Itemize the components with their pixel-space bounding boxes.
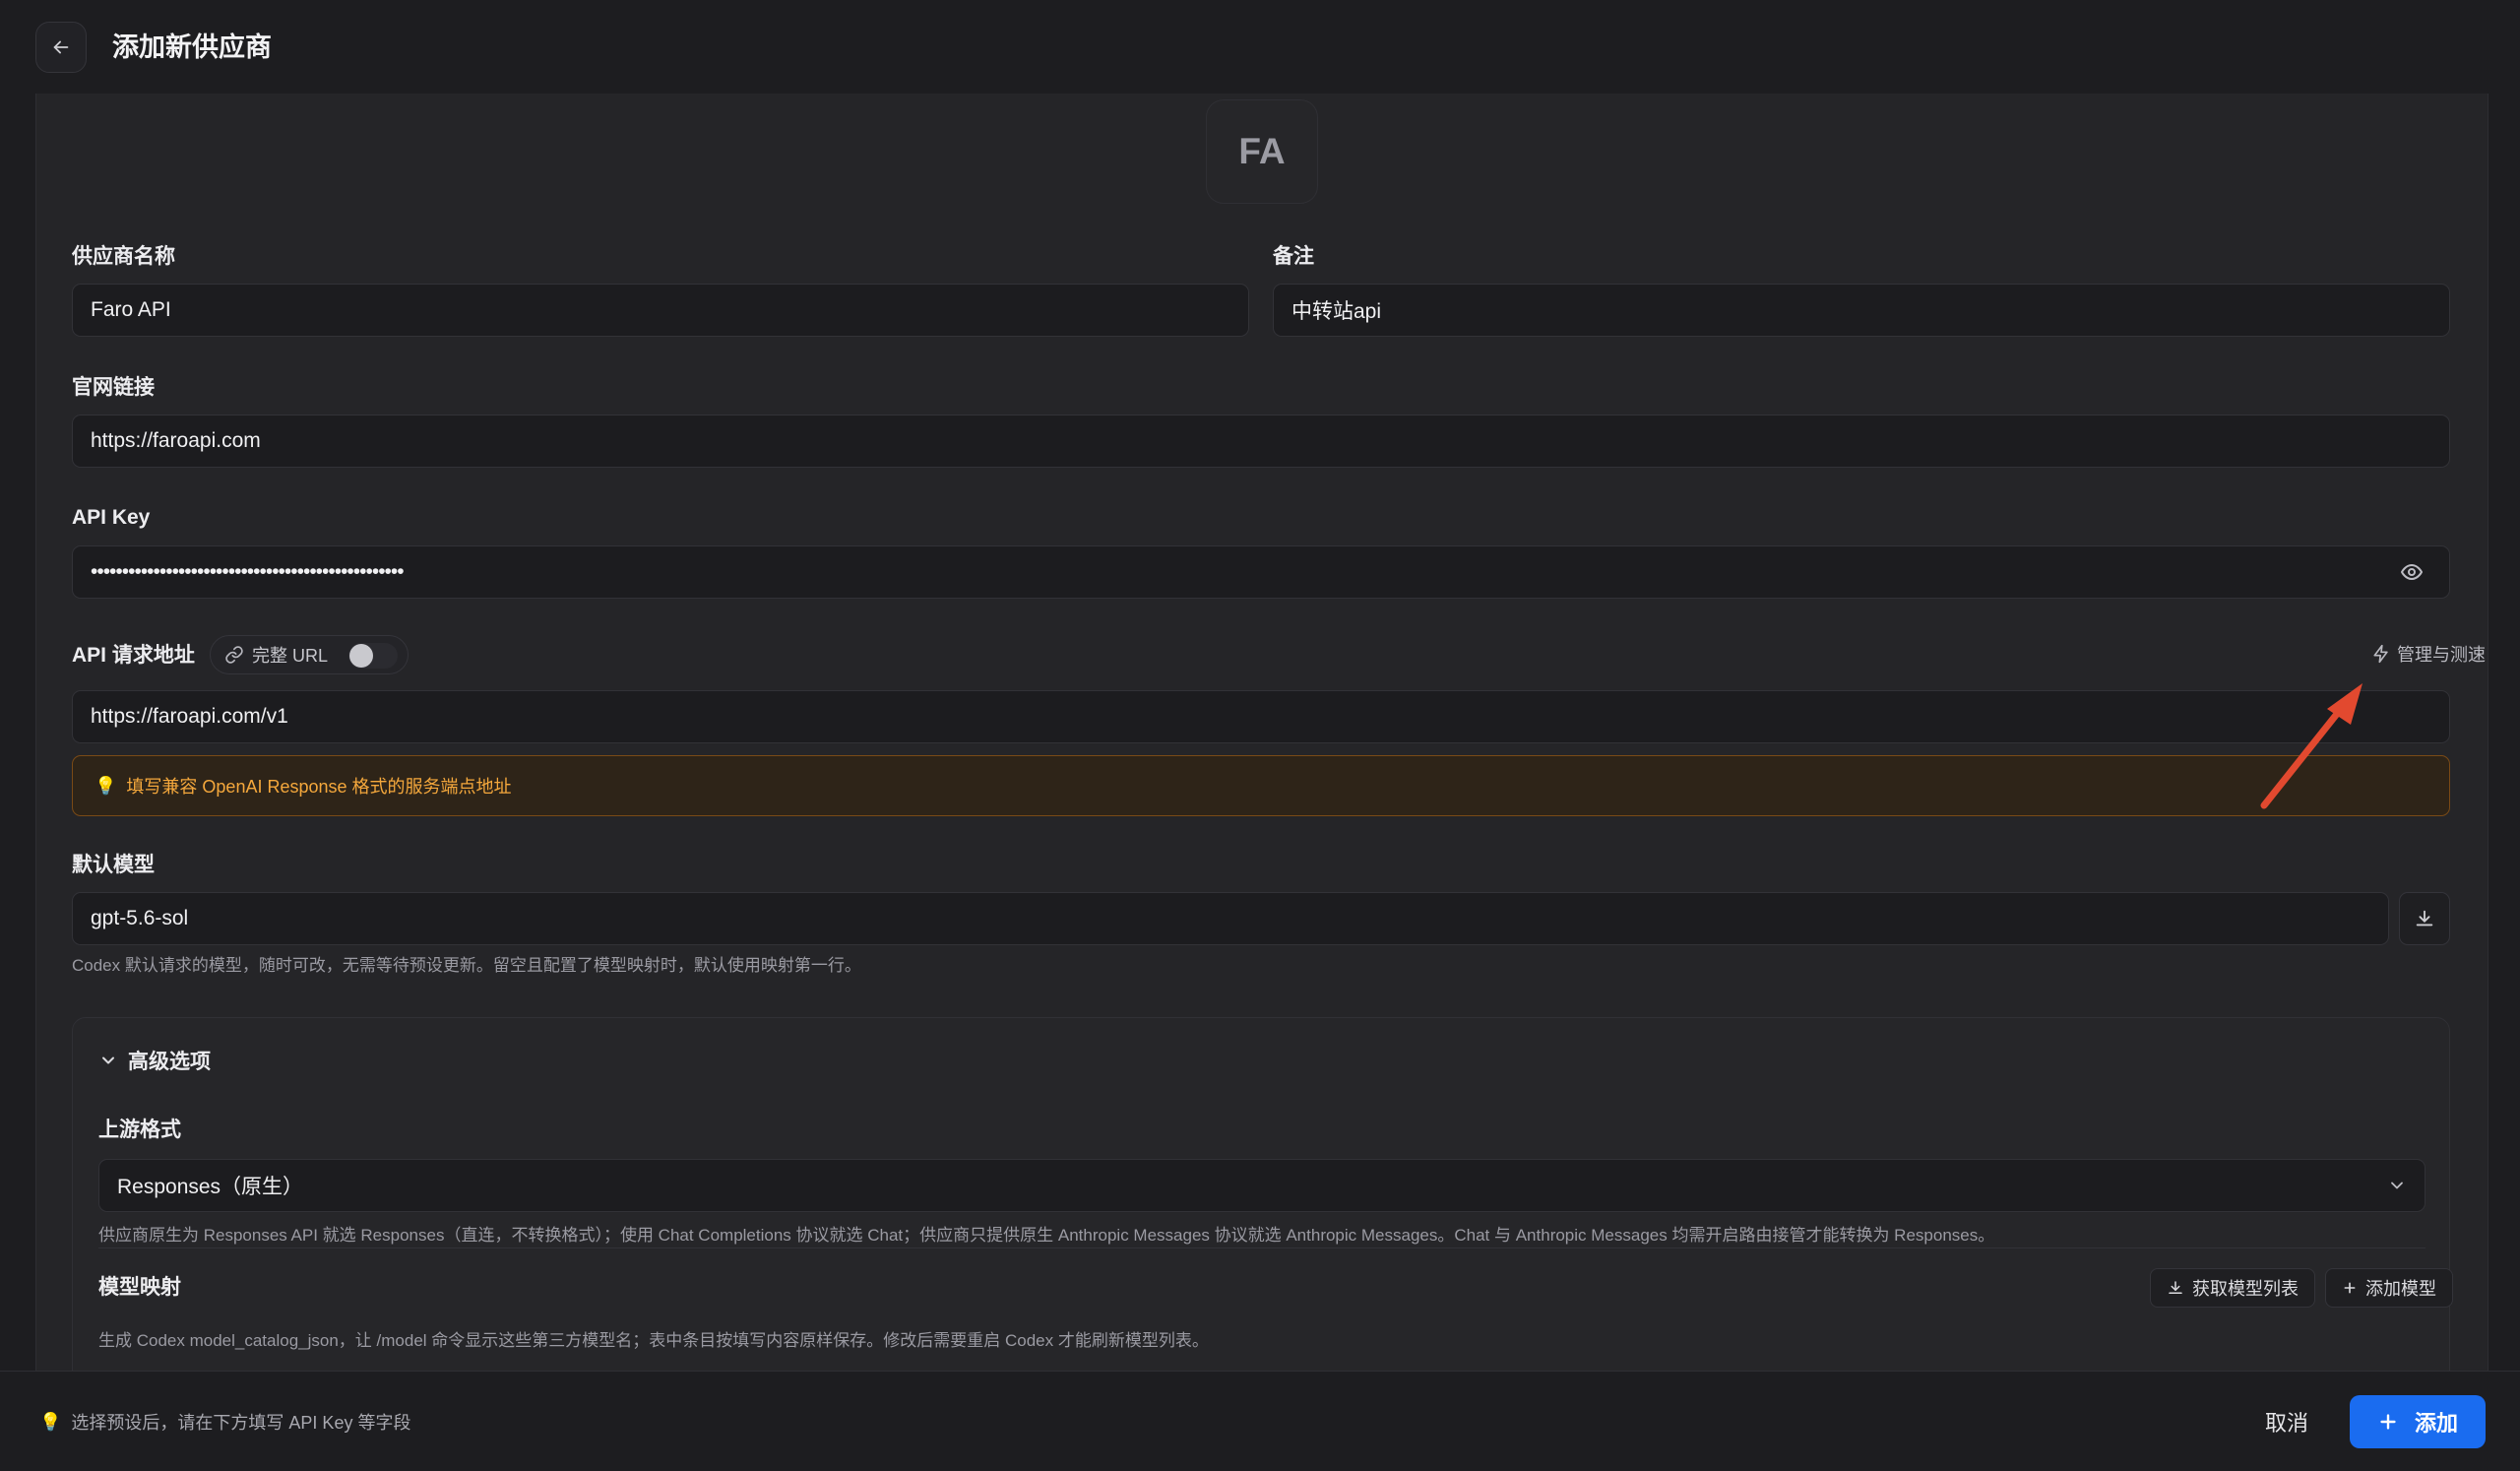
advanced-options-toggle[interactable]: 高级选项 — [98, 1046, 211, 1075]
provider-name-label: 供应商名称 — [72, 245, 175, 268]
upstream-format-hint: 供应商原生为 Responses API 就选 Responses（直连，不转换… — [98, 1226, 1995, 1245]
page-title: 添加新供应商 — [112, 32, 272, 62]
chevron-down-icon — [2391, 1182, 2403, 1189]
manage-label: 管理与测速 — [2397, 645, 2486, 665]
eye-icon[interactable] — [2399, 560, 2425, 584]
plus-icon — [2344, 1282, 2356, 1294]
arrow-left-icon — [53, 40, 69, 54]
fetch-model-list-button[interactable]: 获取模型列表 — [2150, 1268, 2315, 1308]
lightbulb-icon: 💡 — [94, 775, 117, 796]
fetch-model-list-label: 获取模型列表 — [2192, 1279, 2299, 1299]
footer-hint-text: 选择预设后，请在下方填写 API Key 等字段 — [71, 1413, 411, 1433]
add-button-label: 添加 — [2414, 1411, 2458, 1436]
add-model-label: 添加模型 — [2365, 1279, 2436, 1299]
api-key-label: API Key — [72, 506, 151, 529]
full-url-switch[interactable] — [348, 643, 398, 669]
page: 添加新供应商 FA 供应商名称 Faro API 备注 中转站api 官网链接 … — [0, 0, 2520, 1471]
provider-name-input[interactable]: Faro API — [72, 284, 1249, 337]
switch-knob — [349, 644, 373, 668]
manage-and-speedtest-link[interactable]: 管理与测速 — [2371, 641, 2486, 667]
upstream-format-select[interactable]: Responses（原生） — [98, 1159, 2426, 1212]
upstream-format-value: Responses（原生） — [117, 1176, 304, 1198]
download-icon — [2416, 910, 2433, 927]
chevron-down-icon — [102, 1056, 114, 1064]
api-key-value: ••••••••••••••••••••••••••••••••••••••••… — [91, 560, 405, 583]
back-button[interactable] — [35, 22, 87, 73]
api-key-input[interactable]: ••••••••••••••••••••••••••••••••••••••••… — [72, 545, 2450, 599]
default-model-input[interactable]: gpt-5.6-sol — [72, 892, 2389, 945]
lightbulb-icon: 💡 — [39, 1411, 62, 1432]
download-icon — [2169, 1281, 2182, 1294]
model-mapping-label: 模型映射 — [98, 1276, 181, 1299]
api-url-label: API 请求地址 — [72, 644, 195, 667]
divider — [98, 1247, 2426, 1248]
footer-hint: 💡 选择预设后，请在下方填写 API Key 等字段 — [39, 1409, 410, 1435]
header: 添加新供应商 — [0, 0, 2520, 94]
advanced-options-card: 高级选项 上游格式 Responses（原生） 供应商原生为 Responses… — [72, 1017, 2453, 1371]
provider-avatar[interactable]: FA — [1206, 99, 1318, 204]
api-url-input[interactable]: https://faroapi.com/v1 — [72, 690, 2450, 743]
add-model-button[interactable]: 添加模型 — [2325, 1268, 2453, 1308]
api-url-warning: 💡 填写兼容 OpenAI Response 格式的服务端点地址 — [72, 755, 2450, 816]
default-model-label: 默认模型 — [72, 854, 155, 876]
note-input[interactable]: 中转站api — [1273, 284, 2450, 337]
model-mapping-hint: 生成 Codex model_catalog_json，让 /model 命令显… — [98, 1331, 1209, 1350]
website-label: 官网链接 — [72, 376, 155, 399]
plus-icon — [2380, 1414, 2396, 1430]
upstream-format-label: 上游格式 — [98, 1119, 181, 1141]
note-label: 备注 — [1273, 245, 1314, 268]
link-icon — [225, 646, 243, 664]
full-url-label: 完整 URL — [252, 646, 329, 666]
warning-text: 填写兼容 OpenAI Response 格式的服务端点地址 — [126, 777, 512, 797]
form-content[interactable]: FA 供应商名称 Faro API 备注 中转站api 官网链接 https:/… — [35, 94, 2488, 1371]
cancel-button[interactable]: 取消 — [2244, 1397, 2329, 1446]
add-button[interactable]: 添加 — [2350, 1395, 2486, 1448]
website-input[interactable]: https://faroapi.com — [72, 415, 2450, 468]
full-url-toggle[interactable]: 完整 URL — [210, 635, 409, 674]
fetch-model-button[interactable] — [2399, 892, 2450, 945]
footer: 💡 选择预设后，请在下方填写 API Key 等字段 取消 添加 — [0, 1371, 2520, 1471]
lightning-icon — [2373, 644, 2388, 664]
default-model-hint: Codex 默认请求的模型，随时可改，无需等待预设更新。留空且配置了模型映射时，… — [72, 956, 861, 975]
advanced-options-title: 高级选项 — [128, 1051, 211, 1073]
